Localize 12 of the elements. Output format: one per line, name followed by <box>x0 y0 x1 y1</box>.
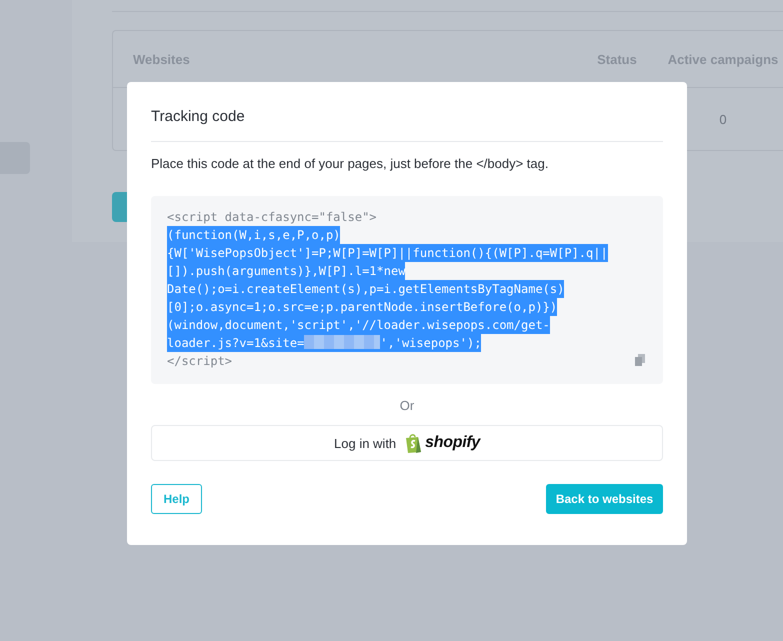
shopify-login-button[interactable]: Log in with shopify <box>151 425 663 461</box>
dialog-title: Tracking code <box>151 82 663 142</box>
or-separator: Or <box>398 398 416 413</box>
copy-icon[interactable] <box>635 354 645 366</box>
code-line: <script data-cfasync="false"> <box>167 209 377 226</box>
table-cell-text: 0 <box>718 112 728 126</box>
instruction-text: Place this code at the end of your pages, just before the </body> tag. <box>151 156 550 171</box>
help-button[interactable]: Help <box>151 484 202 514</box>
code-line: </script> <box>167 353 232 370</box>
shopping-bag-icon <box>404 433 422 453</box>
back-button[interactable]: Back to websites <box>546 484 663 514</box>
shopify-logo-text: shopify <box>425 434 480 452</box>
